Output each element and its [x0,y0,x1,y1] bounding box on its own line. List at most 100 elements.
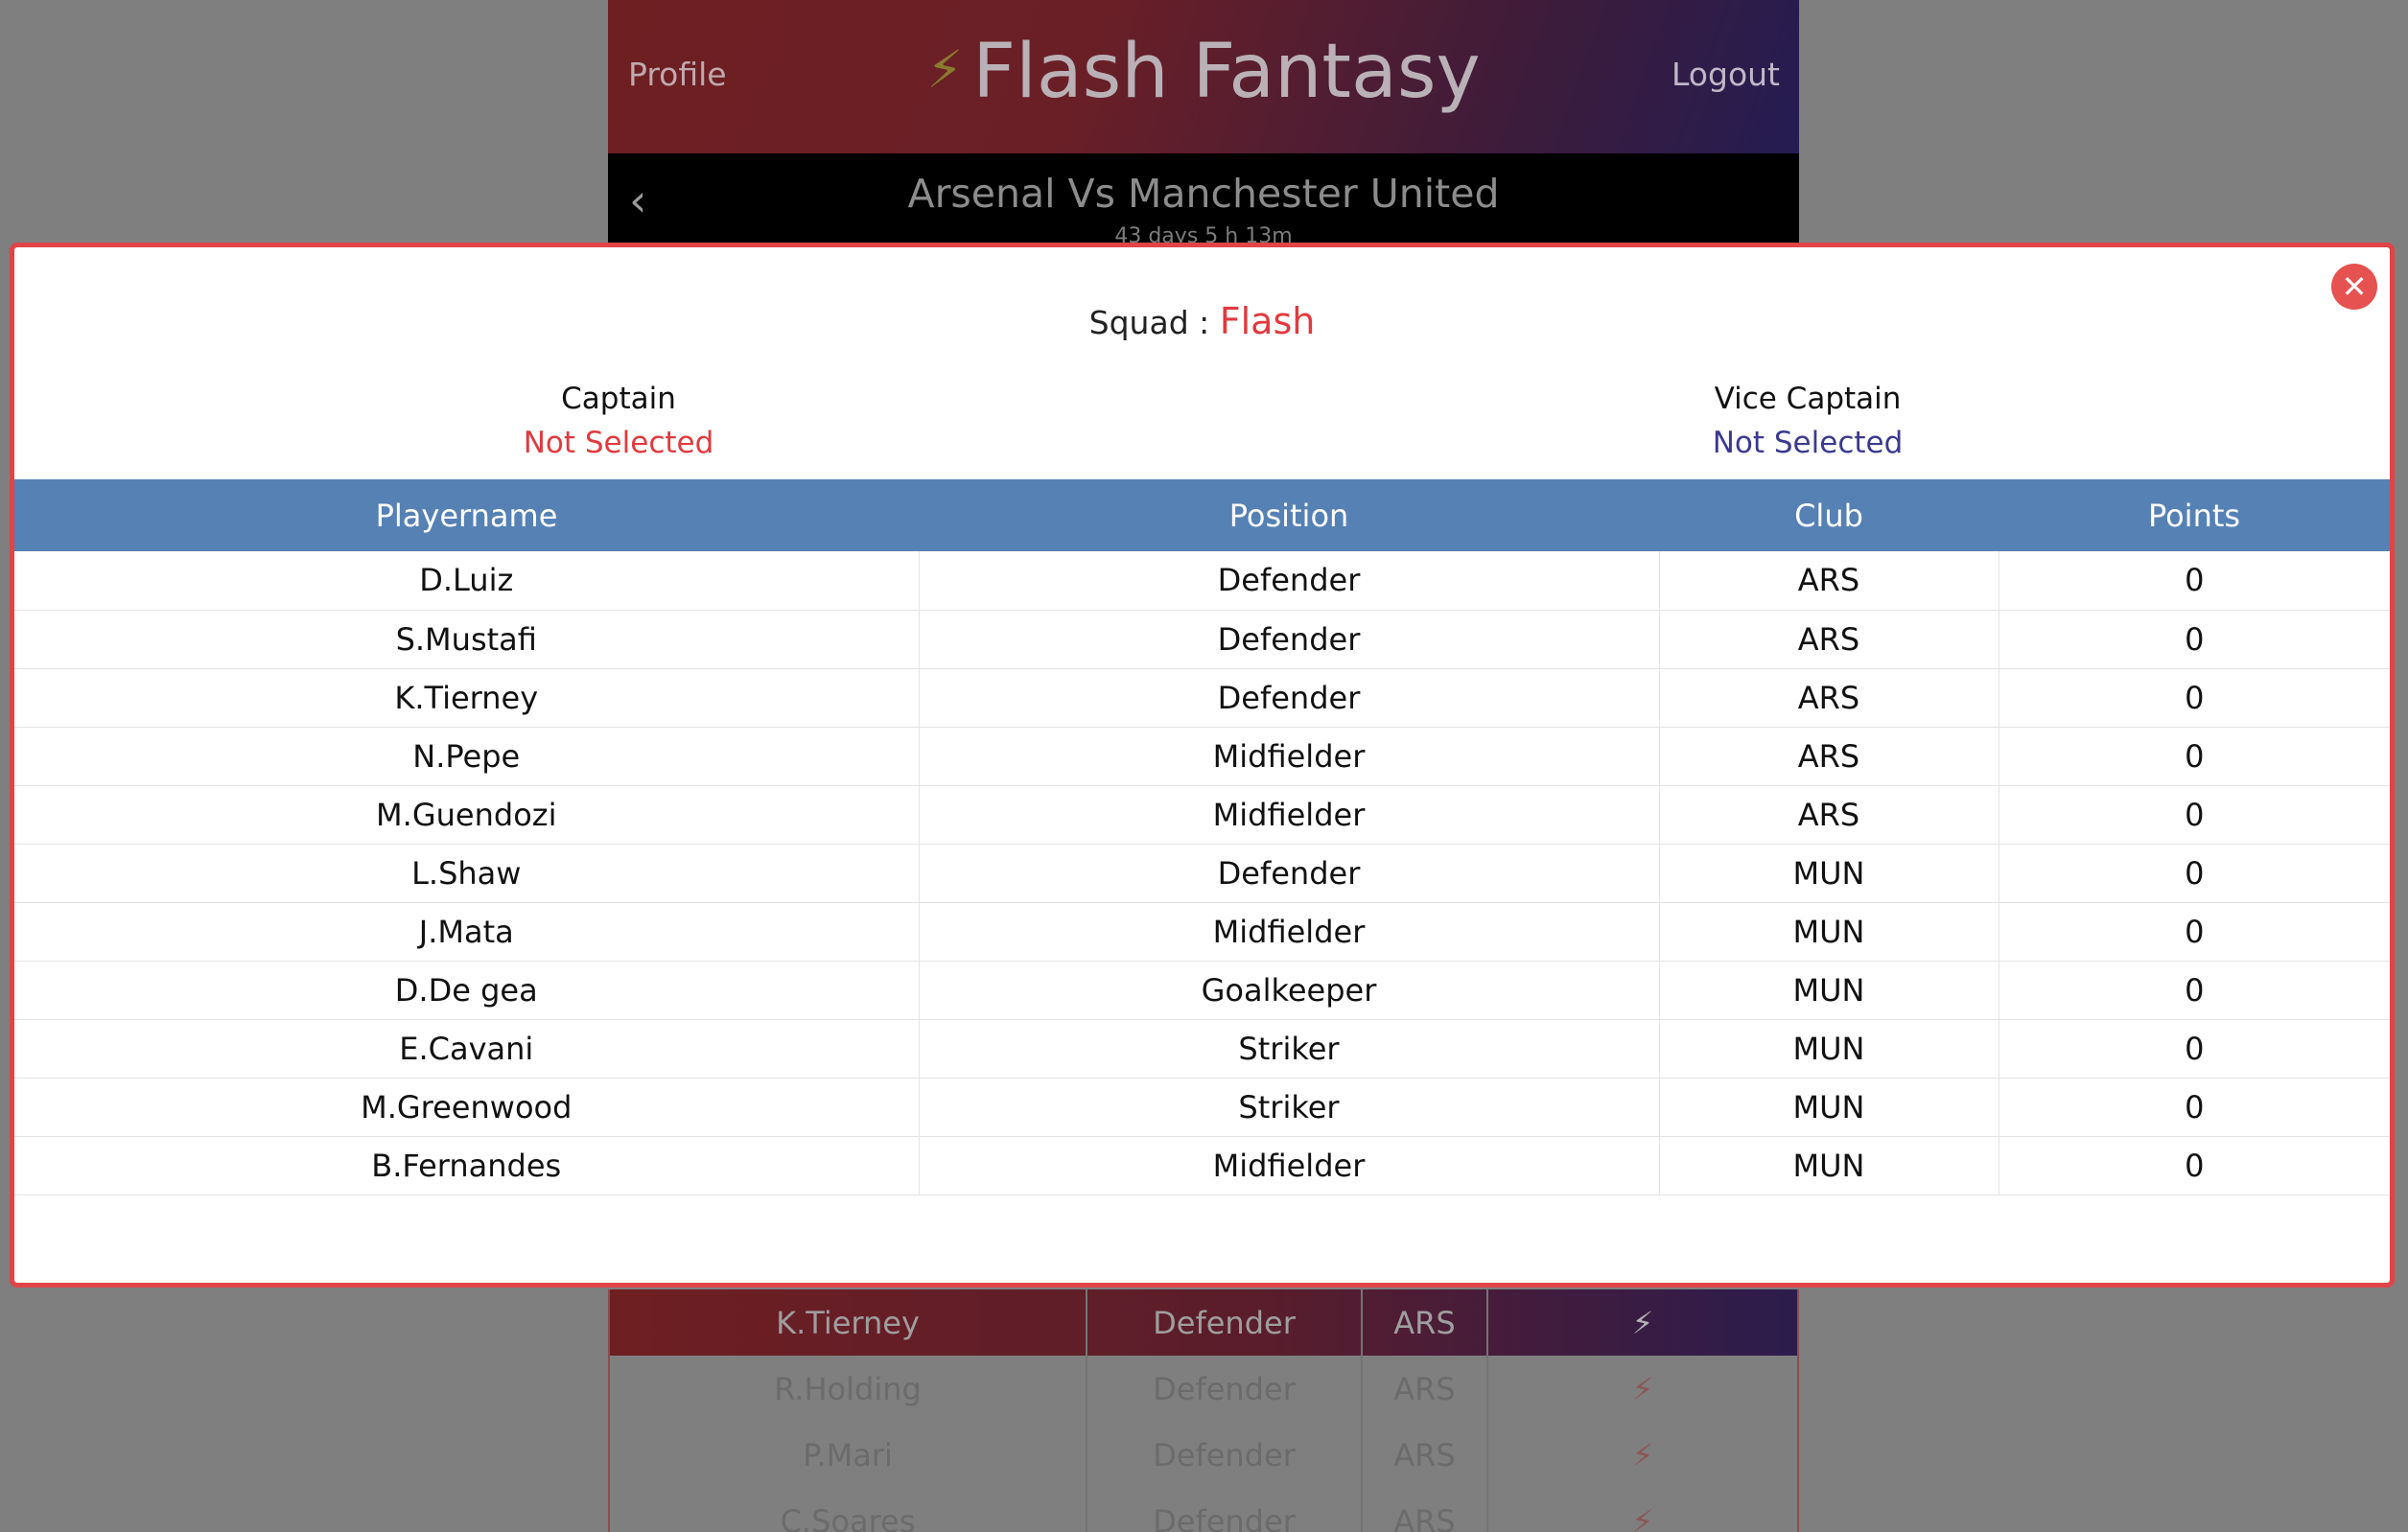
player-name-cell: L.Shaw [14,844,919,903]
player-name-cell: S.Mustafi [14,610,919,669]
position-cell: Defender [918,668,1659,728]
position-cell: Striker [918,1019,1659,1079]
points-cell: 0 [1998,1019,2390,1079]
squad-modal: ✕ Squad : Flash Captain Not Selected Vic… [10,243,2395,1288]
app-header: Profile ⚡ Flash Fantasy Logout [608,0,1799,153]
pick-toggle[interactable]: ⚡ [1488,1356,1797,1422]
table-row: J.Mata Midfielder MUN 0 [14,902,2390,962]
points-cell: 0 [1998,668,2390,728]
list-item[interactable]: R.Holding Defender ARS ⚡ [608,1356,1799,1422]
squad-name: Flash [1219,300,1316,342]
column-header-points: Points [1999,479,2390,551]
table-row: E.Cavani Striker MUN 0 [14,1019,2390,1079]
column-header-position: Position [919,479,1659,551]
player-name: R.Holding [610,1356,1087,1422]
player-name: P.Mari [610,1422,1087,1488]
column-header-club: Club [1659,479,1999,551]
pick-toggle[interactable]: ⚡ [1488,1488,1797,1532]
player-position: Defender [1087,1356,1363,1422]
list-item[interactable]: P.Mari Defender ARS ⚡ [608,1422,1799,1488]
club-cell: MUN [1658,1136,1999,1195]
player-name-cell: D.De gea [14,961,919,1020]
position-cell: Goalkeeper [918,961,1659,1020]
points-cell: 0 [1998,1136,2390,1195]
club-cell: ARS [1658,785,1999,845]
player-position: Defender [1087,1422,1363,1488]
player-club: ARS [1363,1488,1488,1532]
player-name: C.Soares [610,1488,1087,1532]
pick-toggle[interactable]: ⚡ [1488,1422,1797,1488]
table-row: B.Fernandes Midfielder MUN 0 [14,1136,2390,1195]
table-row: M.Guendozi Midfielder ARS 0 [14,785,2390,845]
player-club: ARS [1363,1422,1488,1488]
points-cell: 0 [1998,551,2390,611]
points-cell: 0 [1998,844,2390,903]
position-cell: Defender [918,610,1659,669]
vice-captain-value: Not Selected [1712,426,1904,460]
position-cell: Midfielder [918,1136,1659,1195]
points-cell: 0 [1998,902,2390,962]
table-row: D.De gea Goalkeeper MUN 0 [14,961,2390,1020]
table-row: M.Greenwood Striker MUN 0 [14,1078,2390,1137]
match-bar: ‹ Arsenal Vs Manchester United 43 days 5… [608,153,1799,248]
bolt-icon: ⚡ [926,39,964,100]
points-cell: 0 [1998,610,2390,669]
club-cell: MUN [1658,961,1999,1020]
match-title: Arsenal Vs Manchester United [907,171,1500,217]
captain-value: Not Selected [523,426,714,460]
captain-block: Captain Not Selected [331,382,906,460]
player-name-cell: K.Tierney [14,668,919,728]
position-cell: Midfielder [918,727,1659,786]
player-club: ARS [1363,1289,1488,1356]
player-name-cell: N.Pepe [14,727,919,786]
player-name: K.Tierney [610,1289,1087,1356]
club-cell: MUN [1658,1019,1999,1079]
player-name-cell: J.Mata [14,902,919,962]
table-row: S.Mustafi Defender ARS 0 [14,610,2390,669]
player-name-cell: M.Guendozi [14,785,919,845]
vice-captain-block: Vice Captain Not Selected [1520,382,2095,460]
list-item[interactable]: K.Tierney Defender ARS ⚡ [608,1289,1799,1356]
table-header-row: Playername Position Club Points [14,479,2390,551]
bolt-icon: ⚡ [1631,1436,1654,1474]
pick-toggle[interactable]: ⚡ [1488,1289,1797,1356]
squad-heading: Squad : Flash [14,300,2390,342]
table-row: K.Tierney Defender ARS 0 [14,668,2390,728]
club-cell: MUN [1658,1078,1999,1137]
club-cell: ARS [1658,727,1999,786]
position-cell: Midfielder [918,902,1659,962]
position-cell: Defender [918,844,1659,903]
bolt-icon: ⚡ [1631,1502,1654,1532]
club-cell: ARS [1658,551,1999,611]
club-cell: MUN [1658,902,1999,962]
club-cell: MUN [1658,844,1999,903]
brand-logo: ⚡ Flash Fantasy [608,29,1799,115]
position-cell: Midfielder [918,785,1659,845]
table-row: L.Shaw Defender MUN 0 [14,844,2390,903]
player-position: Defender [1087,1289,1363,1356]
player-name-cell: M.Greenwood [14,1078,919,1137]
column-header-playername: Playername [14,479,919,551]
player-name-cell: B.Fernandes [14,1136,919,1195]
vice-captain-label: Vice Captain [1714,382,1902,416]
points-cell: 0 [1998,961,2390,1020]
table-row: N.Pepe Midfielder ARS 0 [14,727,2390,786]
position-cell: Defender [918,551,1659,611]
club-cell: ARS [1658,668,1999,728]
points-cell: 0 [1998,1078,2390,1137]
bolt-icon: ⚡ [1631,1370,1654,1407]
list-item[interactable]: C.Soares Defender ARS ⚡ [608,1488,1799,1532]
points-cell: 0 [1998,785,2390,845]
squad-label: Squad : [1088,304,1210,341]
player-club: ARS [1363,1356,1488,1422]
captain-label: Captain [561,382,676,416]
squad-table: Playername Position Club Points D.Luiz De… [14,479,2390,1195]
bolt-icon: ⚡ [1631,1304,1654,1341]
table-row: D.Luiz Defender ARS 0 [14,551,2390,611]
player-name-cell: E.Cavani [14,1019,919,1079]
logout-link[interactable]: Logout [1672,56,1780,93]
player-position: Defender [1087,1488,1363,1532]
player-pick-list: K.Tierney Defender ARS ⚡ R.Holding Defender AR… [608,1289,1799,1532]
position-cell: Striker [918,1078,1659,1137]
points-cell: 0 [1998,727,2390,786]
